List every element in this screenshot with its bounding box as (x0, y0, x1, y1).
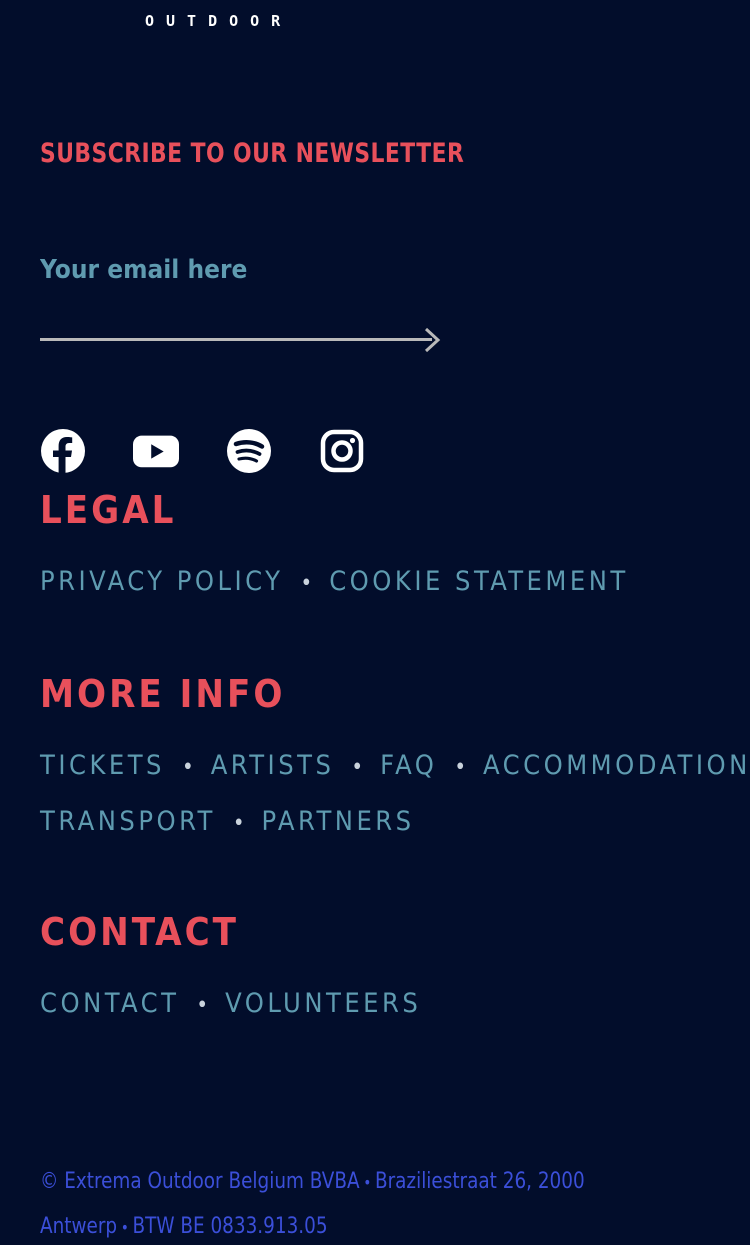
accommodation-link[interactable]: ACCOMMODATION (483, 750, 750, 781)
instagram-icon[interactable] (319, 428, 365, 474)
artists-link[interactable]: ARTISTS (211, 750, 335, 781)
spotify-icon[interactable] (226, 428, 272, 474)
newsletter-email-input[interactable] (40, 246, 400, 294)
footer-legal-text: © Extrema Outdoor Belgium BVBA • Brazilies… (40, 1160, 672, 1245)
privacy-policy-link[interactable]: PRIVACY POLICY (40, 566, 284, 597)
legal-links: PRIVACY POLICY • COOKIE STATEMENT (40, 555, 629, 611)
separator-dot: • (300, 571, 313, 596)
contact-heading: CONTACT (40, 910, 239, 954)
newsletter-submit-arrow-icon[interactable] (418, 327, 444, 353)
tickets-link[interactable]: TICKETS (40, 750, 165, 781)
cookie-statement-link[interactable]: COOKIE STATEMENT (329, 566, 629, 597)
more-info-links: TICKETS • ARTISTS • FAQ • ACCOMMODATION • TRANS… (40, 739, 750, 851)
separator-dot: • (196, 993, 209, 1018)
transport-link[interactable]: TRANSPORT (40, 806, 216, 837)
footer-company: © Extrema Outdoor Belgium BVBA (40, 1169, 360, 1194)
separator-dot: • (232, 811, 245, 836)
brand-logo[interactable]: OUTDOOR (145, 10, 345, 32)
newsletter-input-underline (40, 338, 432, 341)
newsletter-title: SUBSCRIBE TO OUR NEWSLETTER (40, 138, 465, 169)
footer-separator: • (363, 1173, 372, 1192)
faq-link[interactable]: FAQ (380, 750, 437, 781)
youtube-icon[interactable] (133, 428, 179, 474)
volunteers-link[interactable]: VOLUNTEERS (225, 988, 421, 1019)
footer-vat: BTW BE 0833.913.05 (132, 1214, 328, 1239)
footer-separator: • (120, 1218, 129, 1237)
facebook-icon[interactable] (40, 428, 86, 474)
contact-link[interactable]: CONTACT (40, 988, 179, 1019)
separator-dot: • (182, 755, 194, 780)
partners-link[interactable]: PARTNERS (262, 806, 415, 837)
separator-dot: • (351, 755, 364, 780)
social-links (40, 428, 365, 474)
legal-heading: LEGAL (40, 488, 177, 532)
more-info-heading: MORE INFO (40, 672, 286, 716)
separator-dot: • (454, 755, 467, 780)
contact-links: CONTACT • VOLUNTEERS (40, 977, 421, 1033)
